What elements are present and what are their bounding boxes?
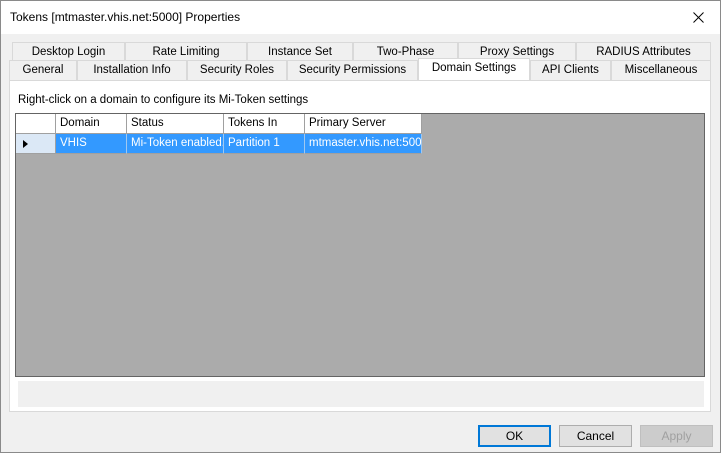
tab-domain-settings[interactable]: Domain Settings — [418, 58, 530, 80]
tab-label: Miscellaneous — [624, 64, 698, 76]
cancel-button[interactable]: Cancel — [559, 425, 632, 447]
close-icon — [692, 12, 704, 23]
tab-instance-set[interactable]: Instance Set — [247, 42, 353, 62]
window-title: Tokens [mtmaster.vhis.net:5000] Properti… — [10, 10, 241, 24]
cell-status[interactable]: Mi-Token enabled. — [127, 134, 224, 154]
table-row[interactable]: VHIS Mi-Token enabled. Partition 1 mtmas… — [16, 134, 422, 154]
tab-security-roles[interactable]: Security Roles — [187, 60, 287, 80]
instruction-label: Right-click on a domain to configure its… — [18, 94, 309, 106]
tab-label: API Clients — [542, 64, 599, 76]
tab-label: Rate Limiting — [152, 46, 220, 58]
tab-rate-limiting[interactable]: Rate Limiting — [125, 42, 247, 62]
tab-label: Domain Settings — [431, 62, 517, 74]
current-row-arrow-icon — [23, 140, 28, 148]
tab-label: Installation Info — [93, 64, 171, 76]
column-header-primary-server[interactable]: Primary Server — [305, 114, 422, 134]
apply-button[interactable]: Apply — [640, 425, 713, 447]
title-bar[interactable]: Tokens [mtmaster.vhis.net:5000] Properti… — [1, 1, 720, 34]
ok-button[interactable]: OK — [478, 425, 551, 447]
tab-api-clients[interactable]: API Clients — [530, 60, 611, 80]
tab-general[interactable]: General — [9, 60, 77, 80]
row-header[interactable] — [16, 134, 56, 154]
properties-dialog: Tokens [mtmaster.vhis.net:5000] Properti… — [0, 0, 721, 453]
panel-footer — [18, 381, 704, 407]
cell-primary-server[interactable]: mtmaster.vhis.net:5000 — [305, 134, 422, 154]
tab-label: Instance Set — [268, 46, 332, 58]
column-header-tokens-in[interactable]: Tokens In — [224, 114, 305, 134]
tab-miscellaneous[interactable]: Miscellaneous — [611, 60, 711, 80]
tab-label: General — [22, 64, 64, 76]
cell-tokens-in[interactable]: Partition 1 — [224, 134, 305, 154]
tab-label: Proxy Settings — [479, 46, 555, 58]
tab-desktop-login[interactable]: Desktop Login — [12, 42, 125, 62]
cell-domain[interactable]: VHIS — [56, 134, 127, 154]
tab-label: RADIUS Attributes — [596, 46, 691, 58]
column-header-domain[interactable]: Domain — [56, 114, 127, 134]
grid-header: Domain Status Tokens In Primary Server — [16, 114, 422, 134]
tab-label: Desktop Login — [31, 46, 106, 58]
tab-label: Two-Phase — [376, 46, 435, 58]
row-header-corner — [16, 114, 56, 134]
domain-settings-panel: Right-click on a domain to configure its… — [9, 80, 711, 412]
column-header-status[interactable]: Status — [127, 114, 224, 134]
tab-radius-attributes[interactable]: RADIUS Attributes — [576, 42, 711, 62]
domains-grid[interactable]: Domain Status Tokens In Primary Server V… — [15, 113, 705, 377]
tab-installation-info[interactable]: Installation Info — [77, 60, 187, 80]
tab-label: Security Roles — [199, 64, 275, 76]
close-button[interactable] — [676, 1, 720, 34]
tab-label: Security Permissions — [298, 64, 407, 76]
tab-security-permissions[interactable]: Security Permissions — [287, 60, 418, 80]
